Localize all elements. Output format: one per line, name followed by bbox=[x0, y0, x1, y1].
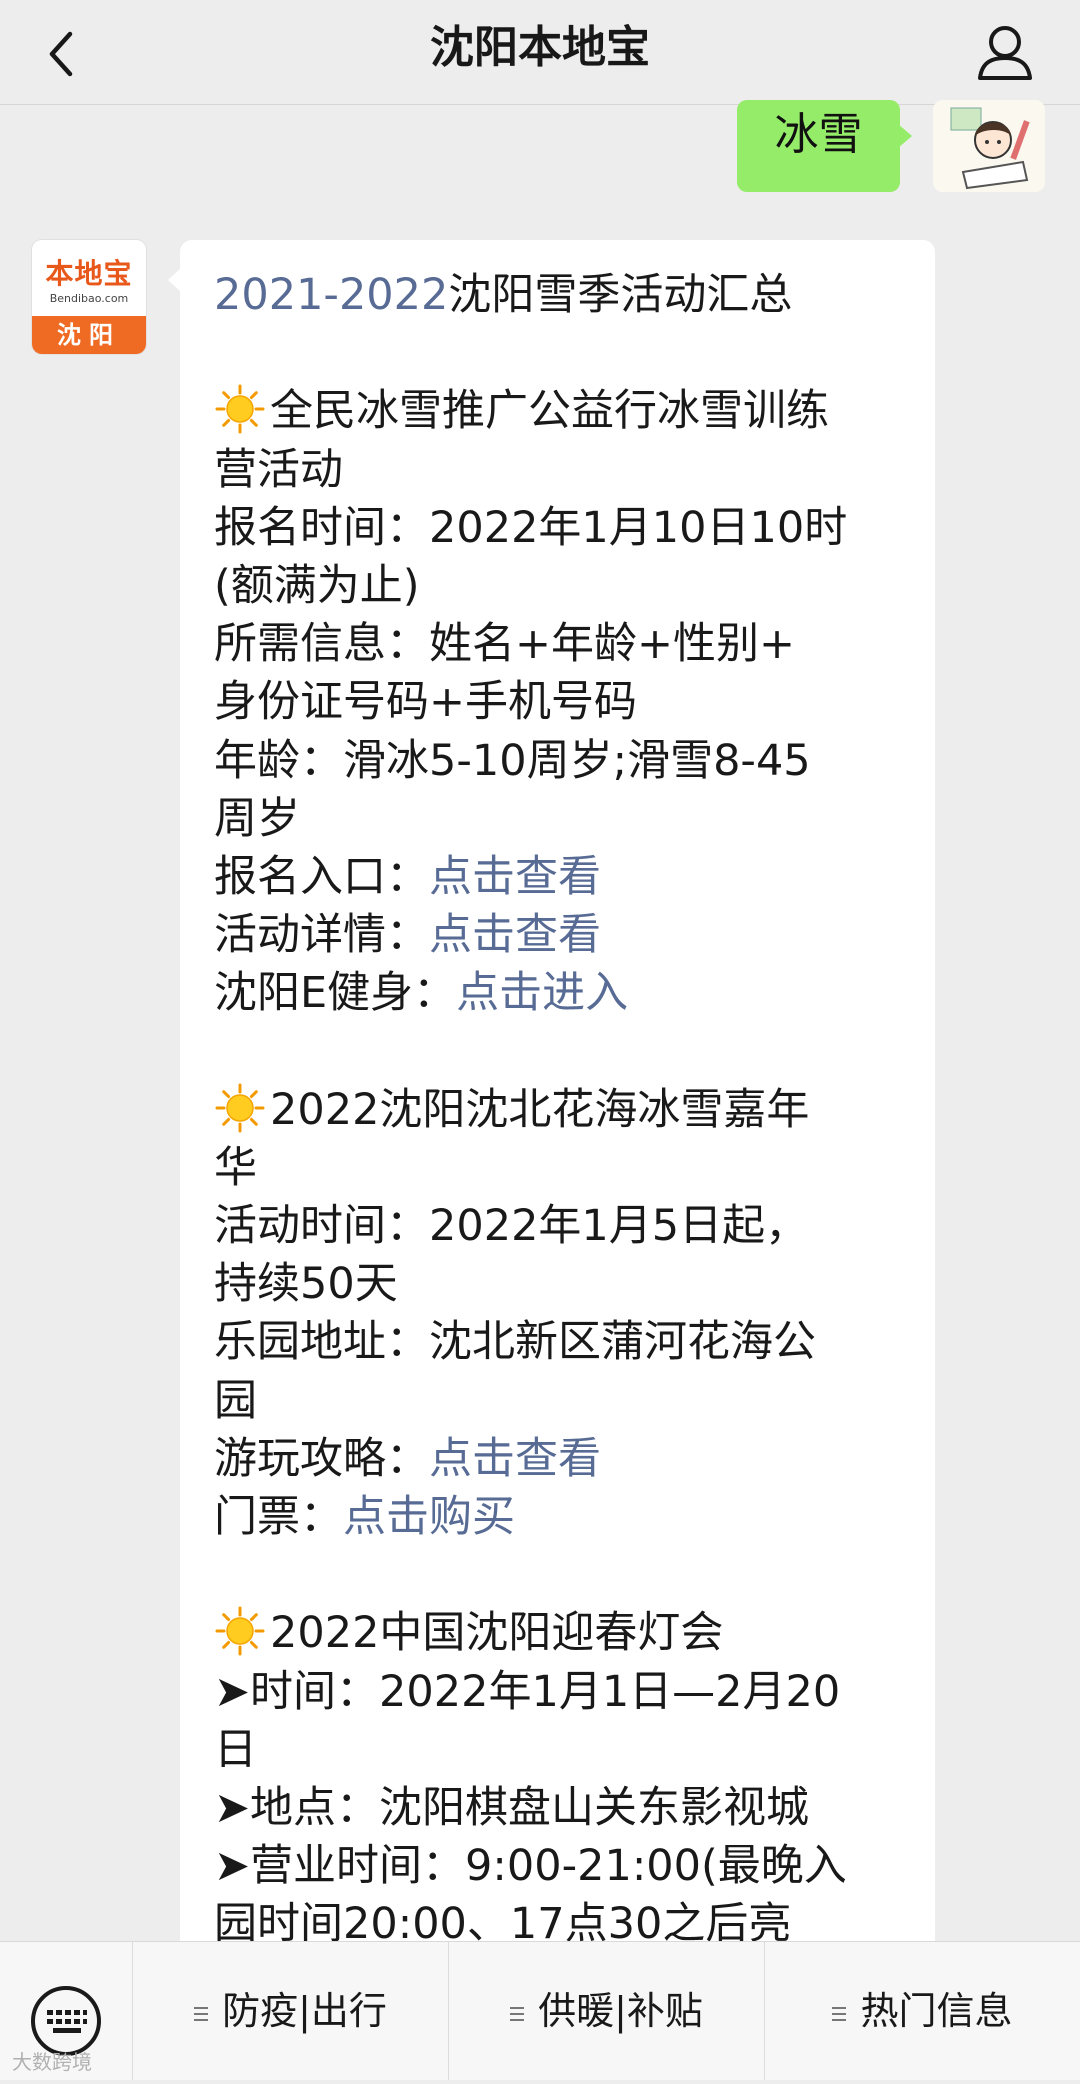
ticket-buy-link[interactable]: 点击购买 bbox=[343, 1492, 515, 1542]
menu-lines-icon bbox=[510, 2003, 525, 2025]
bottom-menu-bar: 防疫|出行 供暖|补贴 热门信息 bbox=[0, 1941, 1080, 2080]
message-title: 2021-2022沈阳雪季活动汇总 bbox=[214, 270, 793, 320]
activity-detail-row: 活动详情：点击查看 bbox=[214, 910, 601, 961]
logo-brand-text: 本地宝 bbox=[45, 257, 133, 290]
sun-emoji-icon bbox=[215, 1083, 265, 1133]
account-logo[interactable]: 本地宝 Bendibao.com 沈阳 bbox=[32, 240, 146, 354]
profile-icon[interactable] bbox=[970, 18, 1040, 88]
top-nav-bar: 沈阳本地宝 bbox=[0, 0, 1080, 105]
watermark-text: 大数跨境 bbox=[12, 2050, 92, 2074]
chat-title: 沈阳本地宝 bbox=[430, 22, 650, 73]
user-avatar[interactable] bbox=[933, 100, 1045, 192]
registration-row: 报名入口：点击查看 bbox=[214, 851, 601, 902]
activity-detail-link[interactable]: 点击查看 bbox=[429, 910, 601, 960]
sun-emoji-icon bbox=[215, 1606, 265, 1656]
logo-domain-text: Bendibao.com bbox=[49, 292, 129, 305]
logo-city-text: 沈阳 bbox=[32, 316, 146, 354]
e-fitness-link[interactable]: 点击进入 bbox=[456, 968, 628, 1018]
outgoing-message-bubble[interactable]: 冰雪 bbox=[737, 100, 900, 192]
outgoing-message-text: 冰雪 bbox=[774, 109, 863, 160]
guide-link[interactable]: 点击查看 bbox=[429, 1434, 601, 1484]
menu-lines-icon bbox=[194, 2003, 209, 2025]
title-year-link[interactable]: 2021-2022 bbox=[214, 270, 448, 320]
section2-title: 2022沈阳沈北花海冰雪嘉年 bbox=[214, 1081, 914, 1139]
section3-title: 2022中国沈阳迎春灯会 bbox=[214, 1604, 914, 1662]
ticket-row: 门票：点击购买 bbox=[214, 1491, 515, 1542]
menu-lines-icon bbox=[832, 2003, 847, 2025]
sun-emoji-icon bbox=[215, 384, 265, 434]
guide-row: 游玩攻略：点击查看 bbox=[214, 1433, 601, 1484]
section1-title: 全民冰雪推广公益行冰雪训练 bbox=[214, 382, 914, 440]
menu-item-hot-info[interactable]: 热门信息 bbox=[765, 1942, 1080, 2080]
outgoing-bubble-tail bbox=[898, 124, 912, 148]
incoming-message-bubble: 2021-2022沈阳雪季活动汇总 全民冰雪推广公益行冰雪训练 营活动 报名时间… bbox=[180, 240, 935, 1990]
registration-link[interactable]: 点击查看 bbox=[429, 852, 601, 902]
e-fitness-row: 沈阳E健身：点击进入 bbox=[214, 968, 629, 1019]
menu-item-heating-subsidy[interactable]: 供暖|补贴 bbox=[449, 1942, 765, 2080]
menu-item-epidemic-travel[interactable]: 防疫|出行 bbox=[133, 1942, 449, 2080]
message-content: 2021-2022沈阳雪季活动汇总 全民冰雪推广公益行冰雪训练 营活动 报名时间… bbox=[214, 266, 914, 1953]
